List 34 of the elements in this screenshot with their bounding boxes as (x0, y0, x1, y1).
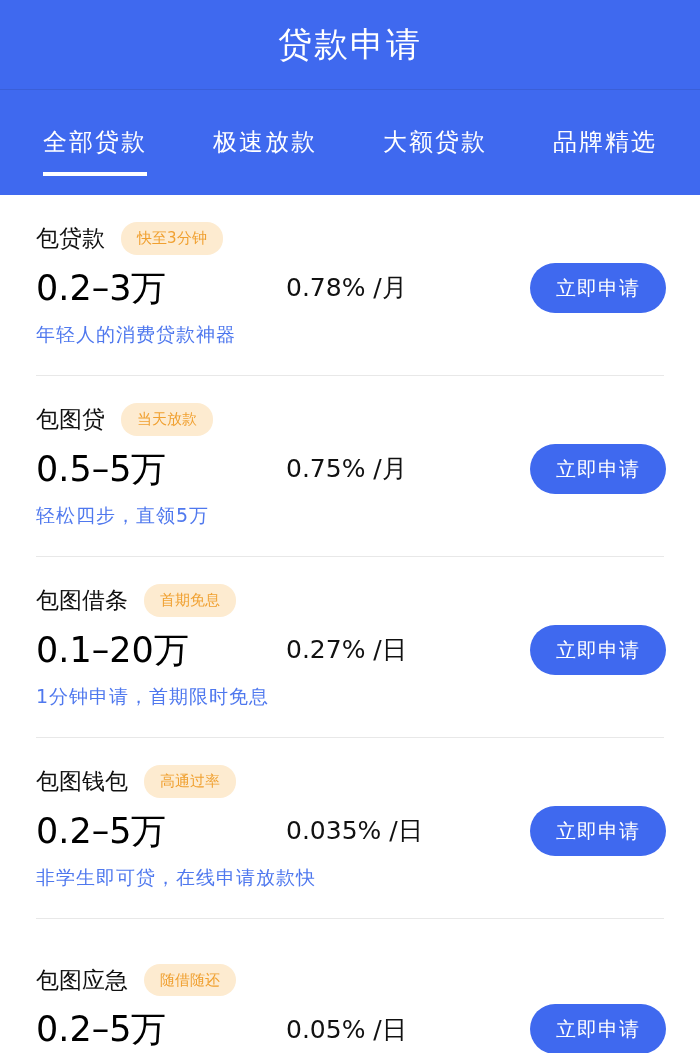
feature-tag: 快至3分钟 (121, 222, 223, 255)
loan-name: 包图借条 (36, 586, 128, 616)
loan-name: 包贷款 (36, 224, 105, 254)
feature-tag: 高通过率 (144, 765, 236, 798)
page-title: 贷款申请 (278, 23, 422, 66)
loan-description: 轻松四步，直领5万 (36, 503, 211, 529)
apply-button[interactable]: 立即申请 (530, 806, 666, 856)
loan-name: 包图贷 (36, 405, 105, 435)
feature-tag: 当天放款 (121, 403, 213, 436)
interest-rate: 0.75% /月 (286, 453, 408, 486)
tab[interactable]: 全部贷款 (43, 109, 147, 176)
apply-button[interactable]: 立即申请 (530, 625, 666, 675)
tab[interactable]: 大额贷款 (383, 109, 487, 176)
feature-tag: 随借随还 (144, 963, 236, 996)
loan-description: 1分钟申请，首期限时免息 (36, 684, 271, 710)
loan-name: 包图钱包 (36, 767, 128, 797)
loan-name: 包图应急 (36, 965, 128, 995)
tab[interactable]: 品牌精选 (553, 109, 657, 176)
apply-button[interactable]: 立即申请 (530, 263, 666, 313)
loan-amount: 0.2–5万 (36, 809, 168, 853)
loan-amount: 0.1–20万 (36, 628, 190, 672)
loan-amount: 0.5–5万 (36, 447, 168, 491)
interest-rate: 0.05% /日 (286, 1013, 408, 1046)
loan-amount: 0.2–3万 (36, 266, 168, 310)
loan-description: 年轻人的消费贷款神器 (36, 322, 237, 348)
apply-button[interactable]: 立即申请 (530, 1004, 666, 1053)
loan-amount: 0.2–5万 (36, 1008, 168, 1051)
tab[interactable]: 极速放款 (213, 109, 317, 176)
apply-button[interactable]: 立即申请 (530, 444, 666, 494)
loan-description: 非学生即可贷，在线申请放款快 (36, 865, 317, 891)
interest-rate: 0.035% /日 (286, 815, 424, 848)
interest-rate: 0.27% /日 (286, 634, 408, 667)
interest-rate: 0.78% /月 (286, 272, 408, 305)
feature-tag: 首期免息 (144, 584, 236, 617)
